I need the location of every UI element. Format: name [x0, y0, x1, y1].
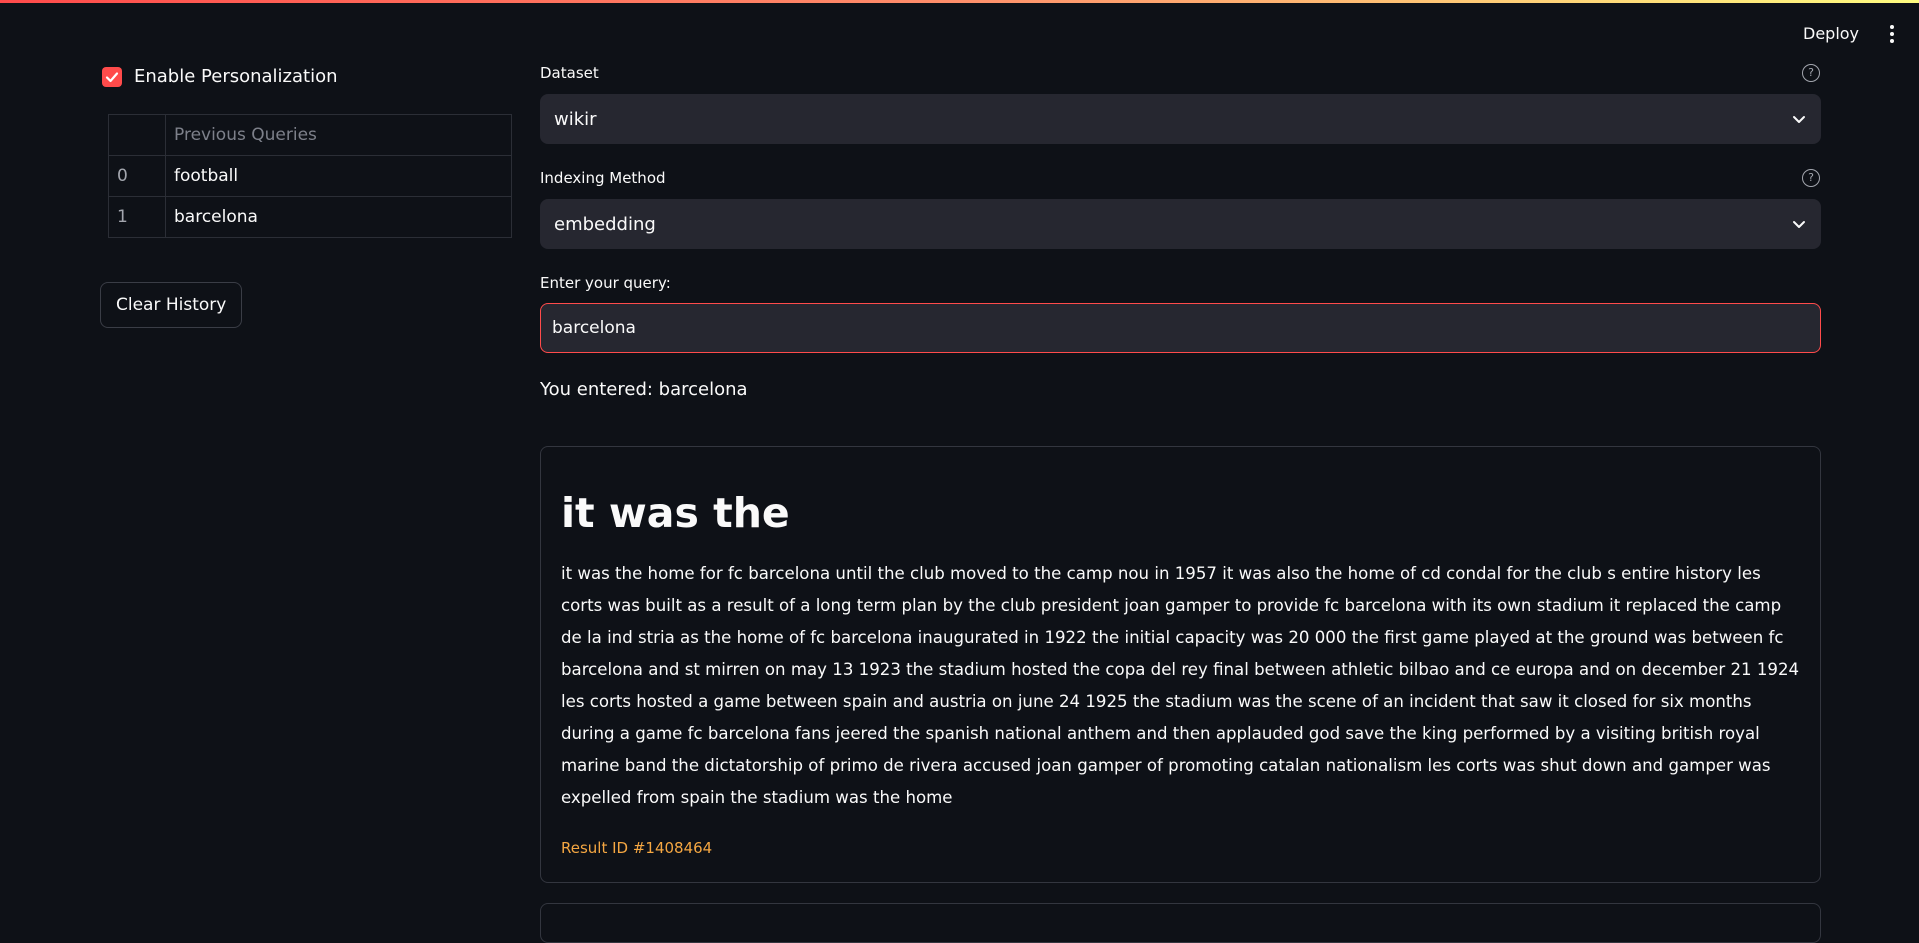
- app-header: Deploy: [0, 3, 1919, 59]
- entered-query-text: You entered: barcelona: [540, 379, 748, 400]
- menu-dot: [1890, 25, 1894, 29]
- query-input[interactable]: [540, 303, 1821, 353]
- result-id: Result ID #1408464: [561, 839, 713, 857]
- chevron-down-icon: [1793, 116, 1805, 123]
- menu-dot: [1890, 39, 1894, 43]
- row-index: 1: [108, 196, 166, 238]
- row-index: 0: [108, 155, 166, 197]
- table-row: 1 barcelona: [108, 196, 512, 238]
- personalization-toggle[interactable]: Enable Personalization: [102, 66, 338, 87]
- dataset-select[interactable]: wikir: [540, 94, 1821, 144]
- personalization-label: Enable Personalization: [134, 66, 338, 87]
- row-query: barcelona: [165, 196, 512, 238]
- indexing-method-select[interactable]: embedding: [540, 199, 1821, 249]
- menu-dot: [1890, 32, 1894, 36]
- clear-history-button[interactable]: Clear History: [100, 282, 243, 328]
- dataset-label: Dataset: [540, 64, 599, 82]
- query-label: Enter your query:: [540, 274, 671, 292]
- chevron-down-icon: [1793, 221, 1805, 228]
- help-icon[interactable]: ?: [1802, 64, 1820, 82]
- sidebar: Enable Personalization Previous Queries …: [100, 60, 520, 360]
- result-card: it was the it was the home for fc barcel…: [540, 446, 1821, 883]
- kebab-menu-icon[interactable]: [1882, 19, 1902, 49]
- query-history-table: Previous Queries 0 football 1 barcelona: [108, 114, 512, 238]
- checkmark-icon: [105, 71, 119, 82]
- result-card: [540, 903, 1821, 943]
- indexing-selected-value: embedding: [554, 213, 656, 235]
- table-row: 0 football: [108, 155, 512, 197]
- previous-queries-header: Previous Queries: [165, 114, 512, 156]
- help-icon[interactable]: ?: [1802, 169, 1820, 187]
- table-header-row: Previous Queries: [108, 114, 512, 156]
- dataset-selected-value: wikir: [554, 108, 597, 130]
- row-query: football: [165, 155, 512, 197]
- index-column-header: [108, 114, 166, 156]
- result-title: it was the: [561, 489, 790, 537]
- result-body: it was the home for fc barcelona until t…: [561, 564, 1800, 807]
- indexing-method-label: Indexing Method: [540, 169, 666, 187]
- checkbox-checked[interactable]: [102, 66, 122, 87]
- deploy-button[interactable]: Deploy: [1795, 19, 1867, 49]
